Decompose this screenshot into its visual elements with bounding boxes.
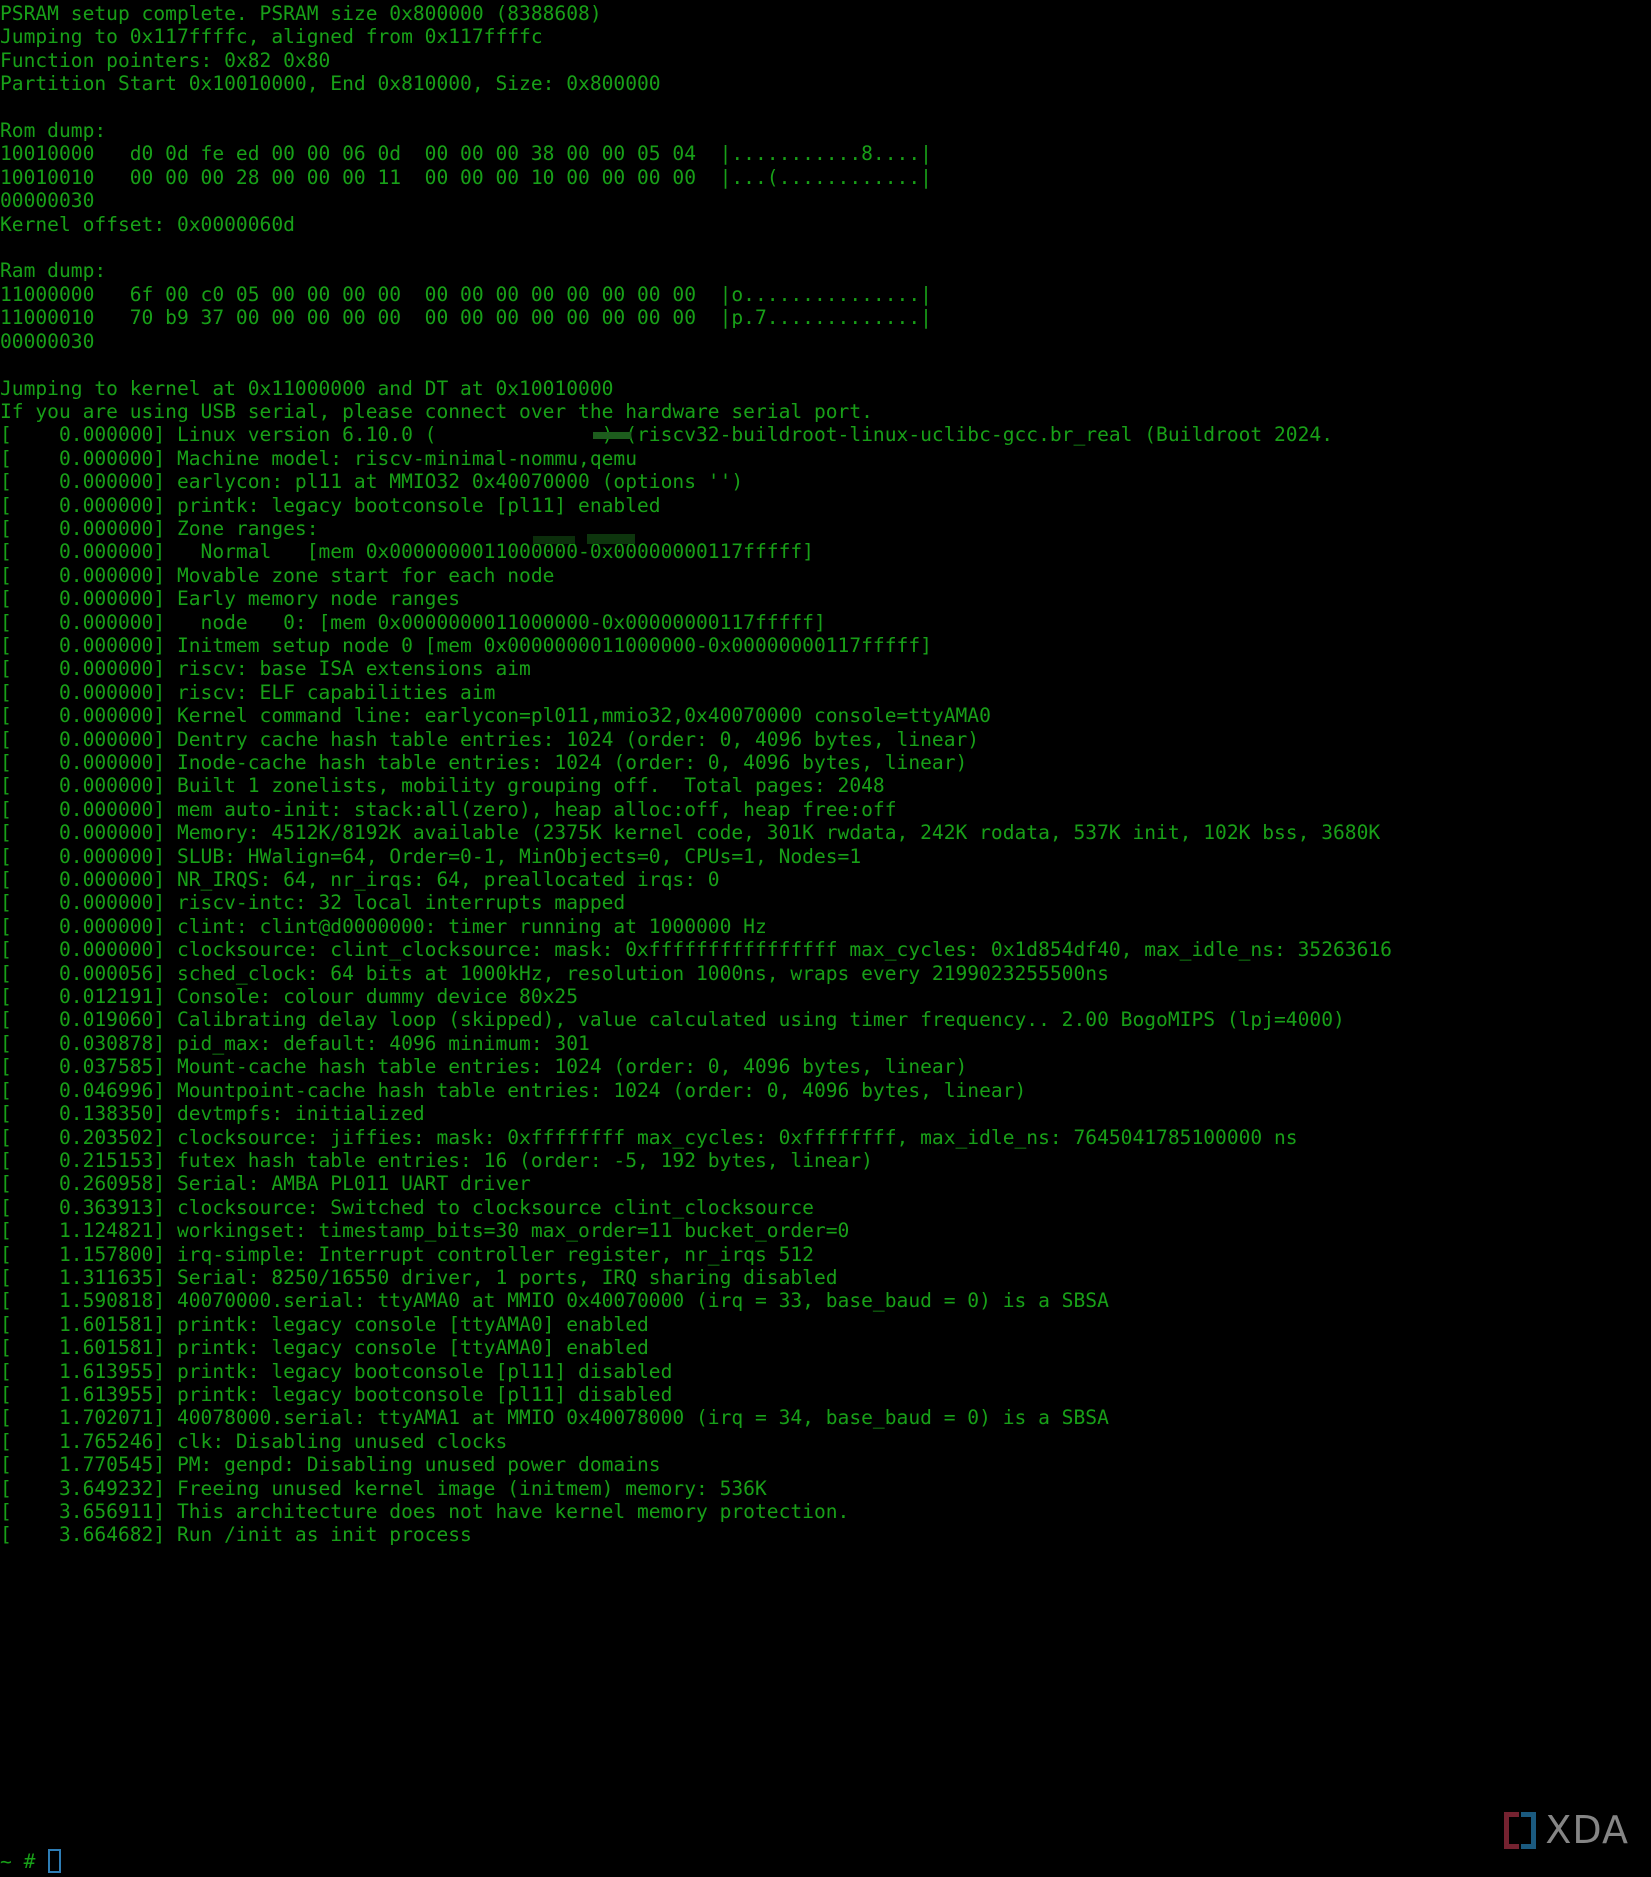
console-output: PSRAM setup complete. PSRAM size 0x80000… [0, 2, 1651, 1547]
console-line: [ 0.260958] Serial: AMBA PL011 UART driv… [0, 1172, 531, 1196]
console-line: [ 0.000000] Kernel command line: earlyco… [0, 704, 991, 728]
console-line: [ 0.000000] printk: legacy bootconsole [… [0, 493, 661, 517]
console-line: [ 0.000000] clint: clint@d0000000: timer… [0, 914, 767, 938]
console-line: PSRAM setup complete. PSRAM size 0x80000… [0, 2, 602, 25]
console-line: [ 0.037585] Mount-cache hash table entri… [0, 1055, 968, 1079]
console-line: [ 0.000000] Zone ranges: [0, 516, 319, 540]
console-line: 00000030 [0, 329, 95, 353]
console-line: 10010010 00 00 00 28 00 00 00 11 00 00 0… [0, 165, 932, 189]
bracket-right-icon [1521, 1811, 1537, 1849]
console-line: [ 1.124821] workingset: timestamp_bits=3… [0, 1219, 850, 1243]
console-line: [ 0.000000] Inode-cache hash table entri… [0, 751, 968, 774]
console-line: Rom dump: [0, 119, 107, 143]
console-line: 10010000 d0 0d fe ed 00 00 06 0d 00 00 0… [0, 142, 932, 166]
console-line: [ 0.000000] node 0: [mem 0x0000000011000… [0, 610, 826, 634]
console-line: [ 1.770545] PM: genpd: Disabling unused … [0, 1453, 661, 1477]
console-line: [ 0.000000] clocksource: clint_clocksour… [0, 938, 1392, 962]
xda-watermark: XDA [1504, 1811, 1629, 1849]
console-line: [ 0.000000] riscv-intc: 32 local interru… [0, 891, 626, 915]
console-line: 11000000 6f 00 c0 05 00 00 00 00 00 00 0… [0, 282, 932, 306]
console-line: [ 0.000000] Machine model: riscv-minimal… [0, 446, 638, 470]
console-line: [ 0.000000] mem auto-init: stack:all(zer… [0, 797, 897, 821]
shell-prompt-line[interactable]: ~ # [0, 1848, 62, 1873]
console-line: [ 3.649232] Freeing unused kernel image … [0, 1476, 767, 1500]
console-line: [ 0.019060] Calibrating delay loop (skip… [0, 1008, 1345, 1032]
console-line: [ 0.138350] devtmpfs: initialized [0, 1102, 425, 1126]
console-line: Jumping to kernel at 0x11000000 and DT a… [0, 376, 614, 400]
console-line: [ 1.590818] 40070000.serial: ttyAMA0 at … [0, 1289, 1109, 1313]
xda-brackets-icon [1504, 1811, 1537, 1849]
console-line: [ 0.000000] riscv: ELF capabilities aim [0, 680, 496, 704]
redaction-block-3 [593, 432, 631, 439]
console-line: [ 1.613955] printk: legacy bootconsole [… [0, 1382, 673, 1406]
console-line: [ 1.702071] 40078000.serial: ttyAMA1 at … [0, 1406, 1109, 1430]
console-line: [ 0.215153] futex hash table entries: 16… [0, 1148, 873, 1172]
serial-terminal-window[interactable]: PSRAM setup complete. PSRAM size 0x80000… [0, 0, 1651, 1877]
console-line: [ 0.000000] Memory: 4512K/8192K availabl… [0, 821, 1381, 845]
console-line: Jumping to 0x117ffffc, aligned from 0x11… [0, 25, 543, 49]
console-line: [ 0.000000] Built 1 zonelists, mobility … [0, 774, 885, 798]
console-line: [ 0.000000] Dentry cache hash table entr… [0, 727, 980, 751]
bracket-left-icon [1504, 1811, 1520, 1849]
console-line: Kernel offset: 0x0000060d [0, 212, 295, 236]
console-line: [ 1.601581] printk: legacy console [ttyA… [0, 1336, 649, 1360]
console-line: [ 3.656911] This architecture does not h… [0, 1500, 850, 1523]
console-line: If you are using USB serial, please conn… [0, 399, 873, 423]
redaction-block-1 [533, 536, 575, 544]
console-line: [ 0.000000] Movable zone start for each … [0, 563, 555, 587]
console-line: [ 0.000000] Initmem setup node 0 [mem 0x… [0, 633, 932, 657]
console-line: [ 0.000000] SLUB: HWalign=64, Order=0-1,… [0, 844, 862, 868]
console-line: 00000030 [0, 189, 95, 213]
console-line: [ 0.000000] Early memory node ranges [0, 587, 461, 611]
console-line: [ 1.601581] printk: legacy console [ttyA… [0, 1312, 649, 1336]
console-line: [ 0.203502] clocksource: jiffies: mask: … [0, 1125, 1298, 1149]
console-line: [ 0.000000] earlycon: pl11 at MMIO32 0x4… [0, 470, 744, 494]
console-line: [ 0.000000] Normal [mem 0x00000000110000… [0, 540, 814, 564]
console-line: Partition Start 0x10010000, End 0x810000… [0, 72, 661, 96]
console-line: Ram dump: [0, 259, 107, 283]
console-line: [ 0.046996] Mountpoint-cache hash table … [0, 1078, 1027, 1102]
console-line: [ 0.363913] clocksource: Switched to clo… [0, 1195, 814, 1219]
console-line: [ 0.030878] pid_max: default: 4096 minim… [0, 1031, 590, 1055]
console-line: [ 1.765246] clk: Disabling unused clocks [0, 1429, 508, 1453]
console-line: [ 1.613955] printk: legacy bootconsole [… [0, 1359, 673, 1383]
console-line: [ 0.000000] NR_IRQS: 64, nr_irqs: 64, pr… [0, 868, 720, 892]
console-line: Function pointers: 0x82 0x80 [0, 48, 331, 72]
xda-wordmark: XDA [1545, 1808, 1629, 1852]
shell-prompt-text: ~ # [0, 1849, 48, 1873]
console-line: 11000010 70 b9 37 00 00 00 00 00 00 00 0… [0, 306, 932, 330]
console-line: [ 3.664682] Run /init as init process [0, 1523, 472, 1547]
console-line: [ 1.311635] Serial: 8250/16550 driver, 1… [0, 1265, 838, 1289]
console-line: [ 1.157800] irq-simple: Interrupt contro… [0, 1242, 814, 1266]
console-line: [ 0.000000] Linux version 6.10.0 ( ) (ri… [0, 423, 1333, 447]
console-line: [ 0.000056] sched_clock: 64 bits at 1000… [0, 961, 1109, 985]
redaction-block-2 [587, 534, 635, 544]
text-cursor [48, 1848, 62, 1873]
console-line: [ 0.000000] riscv: base ISA extensions a… [0, 657, 531, 681]
console-line: [ 0.012191] Console: colour dummy device… [0, 985, 579, 1009]
